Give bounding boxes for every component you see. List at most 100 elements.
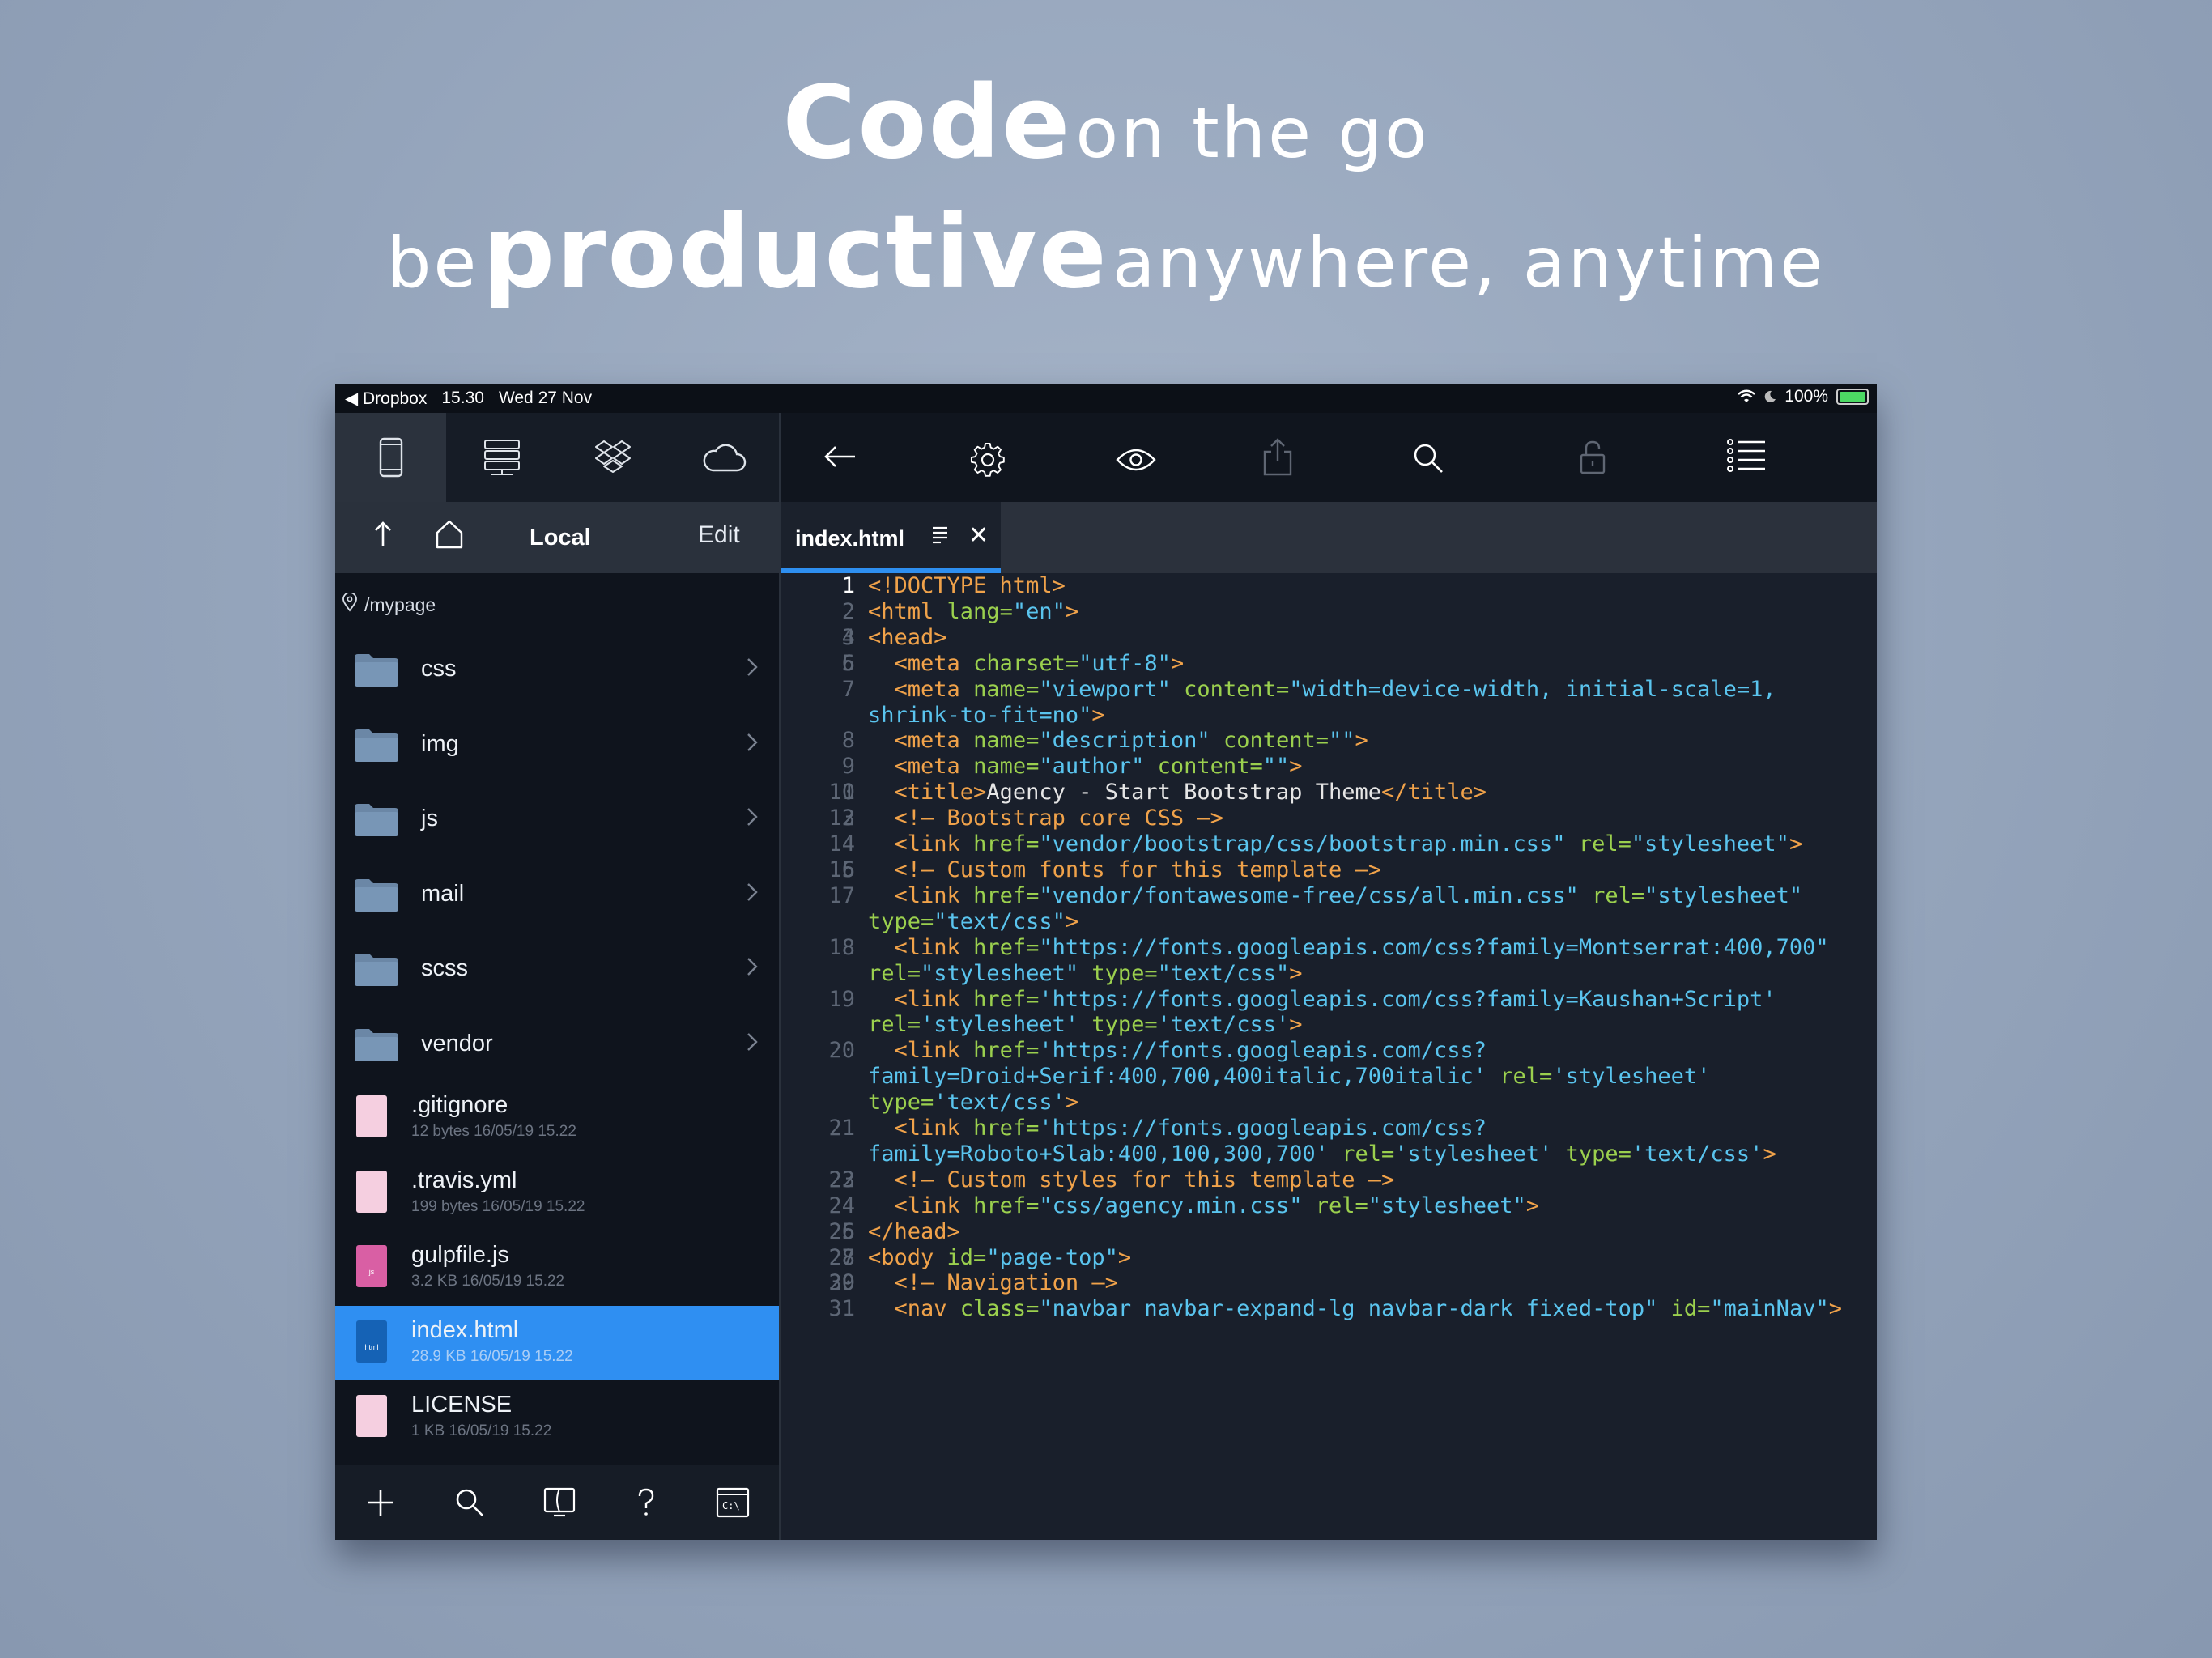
plus-icon[interactable] xyxy=(364,1486,397,1519)
file-meta: 199 bytes 16/05/19 15.22 xyxy=(411,1197,585,1215)
moon-icon xyxy=(1765,390,1776,402)
dropbox-icon xyxy=(594,440,631,473)
folder-icon xyxy=(355,1028,398,1061)
headline-on-the-go: on the go xyxy=(1075,93,1430,174)
finder-icon[interactable] xyxy=(542,1486,576,1519)
battery-icon xyxy=(1836,389,1869,405)
headline-productive: productive xyxy=(483,194,1108,311)
code-line: family=Roboto+Slab:400,100,300,700' rel=… xyxy=(868,1141,1776,1167)
folder-icon xyxy=(355,878,398,912)
source-server-tab[interactable] xyxy=(446,413,557,502)
headline-anywhere: anywhere, anytime xyxy=(1112,223,1826,304)
folder-row[interactable]: mail xyxy=(335,857,779,932)
chevron-right-icon xyxy=(747,733,758,751)
editor-tab-bar: index.html ✕ xyxy=(781,502,1877,573)
code-line: 13 <!— Bootstrap core CSS —> xyxy=(828,806,1223,831)
source-local-tab[interactable] xyxy=(335,413,446,502)
back-to-app-link[interactable]: ◀ Dropbox xyxy=(345,389,427,409)
source-dropbox-tab[interactable] xyxy=(557,413,668,502)
status-date: Wed 27 Nov xyxy=(498,389,593,407)
code-editor[interactable]: 1 <!DOCTYPE html> 2 <html lang="en"> 3 4 <h… xyxy=(781,573,1877,1540)
folder-name: scss xyxy=(421,955,468,981)
headline-code: Code xyxy=(782,65,1072,181)
code-line: rel='stylesheet' type='text/css'> xyxy=(868,1012,1303,1038)
code-line: rel="stylesheet" type="text/css"> xyxy=(868,960,1303,986)
back-arrow-icon[interactable] xyxy=(823,442,857,471)
folder-row[interactable]: scss xyxy=(335,931,779,1006)
browser-title: Local xyxy=(530,525,591,551)
code-line: 24 <link href="css/agency.min.css" rel="… xyxy=(828,1192,1540,1218)
code-line: 2 <html lang="en"> xyxy=(841,598,1079,624)
code-line: 31 <nav class="navbar navbar-expand-lg n… xyxy=(828,1296,1842,1322)
code-line: 8 <meta name="description" content=""> xyxy=(841,728,1368,754)
file-row[interactable]: js gulpfile.js 3.2 KB 16/05/19 15.22 xyxy=(335,1231,779,1306)
device-screen: ◀ Dropbox 15.30 Wed 27 Nov 100% Local Ed… xyxy=(335,384,1877,1540)
up-arrow-icon[interactable] xyxy=(371,518,395,551)
code-line: 21 <link href='https://fonts.googleapis.… xyxy=(828,1116,1487,1141)
file-meta: 3.2 KB 16/05/19 15.22 xyxy=(411,1273,565,1290)
battery-percent: 100% xyxy=(1784,387,1828,406)
code-line: 20 <link href='https://fonts.googleapis.… xyxy=(828,1038,1487,1064)
folder-row[interactable]: vendor xyxy=(335,1006,779,1082)
editor-panel: index.html ✕ 1 <!DOCTYPE html> 2 <html lan… xyxy=(781,413,1877,1540)
folder-row[interactable]: js xyxy=(335,781,779,857)
status-time: 15.30 xyxy=(441,389,484,407)
folder-row[interactable]: img xyxy=(335,707,779,782)
code-line: 9 <meta name="author" content=""> xyxy=(841,754,1303,780)
share-icon[interactable] xyxy=(1261,437,1294,478)
file-name: .travis.yml xyxy=(411,1167,517,1193)
file-name: LICENSE xyxy=(411,1392,513,1418)
code-line: 4 <head> xyxy=(841,624,947,650)
eye-icon[interactable] xyxy=(1116,447,1156,473)
search-icon[interactable] xyxy=(1412,442,1444,474)
edit-button[interactable]: Edit xyxy=(698,521,740,549)
file-row[interactable]: .travis.yml 199 bytes 16/05/19 15.22 xyxy=(335,1156,779,1231)
headline-line-1: Code on the go xyxy=(0,65,2212,181)
lines-icon[interactable] xyxy=(931,525,949,544)
file-name: .gitignore xyxy=(411,1092,508,1118)
code-line: 28 <body id="page-top"> xyxy=(828,1244,1132,1270)
close-icon[interactable]: ✕ xyxy=(968,521,989,550)
help-icon[interactable] xyxy=(634,1486,658,1519)
folder-name: mail xyxy=(421,880,465,907)
code-line: 11 <title>Agency - Start Bootstrap Theme… xyxy=(828,780,1487,806)
file-row[interactable]: LICENSE 1 KB 16/05/19 15.22 xyxy=(335,1380,779,1439)
code-line: 1 <!DOCTYPE html> xyxy=(841,573,1066,598)
source-cloud-tab[interactable] xyxy=(668,413,779,502)
code-line: shrink-to-fit=no"> xyxy=(868,702,1105,728)
headline-be: be xyxy=(386,223,479,304)
file-row-selected[interactable]: html index.html 28.9 KB 16/05/19 15.22 xyxy=(335,1305,779,1380)
chevron-right-icon xyxy=(747,1032,758,1051)
folder-icon xyxy=(355,654,398,687)
terminal-icon[interactable]: C:\ xyxy=(716,1487,750,1518)
file-meta: 28.9 KB 16/05/19 15.22 xyxy=(411,1347,573,1365)
browser-bottom-toolbar: C:\ xyxy=(335,1465,779,1540)
code-line: type='text/css'> xyxy=(868,1090,1079,1116)
code-line: 16 <!— Custom fonts for this template —> xyxy=(828,857,1381,882)
outline-list-icon[interactable] xyxy=(1726,437,1767,474)
code-line: 19 <link href='https://fonts.googleapis.… xyxy=(828,986,1776,1012)
code-line: type="text/css"> xyxy=(868,908,1079,934)
code-line: 23 <!— Custom styles for this template —… xyxy=(828,1167,1395,1192)
editor-tab-index-html[interactable]: index.html ✕ xyxy=(781,502,1001,573)
tab-label: index.html xyxy=(795,526,905,551)
location-pin-icon xyxy=(342,593,357,612)
phone-icon xyxy=(379,437,402,478)
lock-icon[interactable] xyxy=(1579,439,1606,476)
editor-toolbar xyxy=(781,413,1877,502)
folder-name: vendor xyxy=(421,1030,493,1056)
code-line: 18 <link href="https://fonts.googleapis.… xyxy=(828,934,1829,960)
folder-name: css xyxy=(421,656,457,682)
code-line: family=Droid+Serif:400,700,400italic,700… xyxy=(868,1064,1711,1090)
file-list: .gitignore 12 bytes 16/05/19 15.22 .trav… xyxy=(335,1081,779,1439)
path-text: /mypage xyxy=(364,594,436,615)
search-icon[interactable] xyxy=(454,1487,485,1518)
cloud-icon xyxy=(703,444,746,472)
folder-icon xyxy=(355,804,398,836)
home-icon[interactable] xyxy=(434,518,465,551)
js-file-icon: js xyxy=(356,1245,387,1287)
file-row[interactable]: .gitignore 12 bytes 16/05/19 15.22 xyxy=(335,1081,779,1156)
wifi-icon xyxy=(1738,389,1756,402)
folder-row[interactable]: css xyxy=(335,631,779,707)
gear-icon[interactable] xyxy=(970,442,1006,478)
